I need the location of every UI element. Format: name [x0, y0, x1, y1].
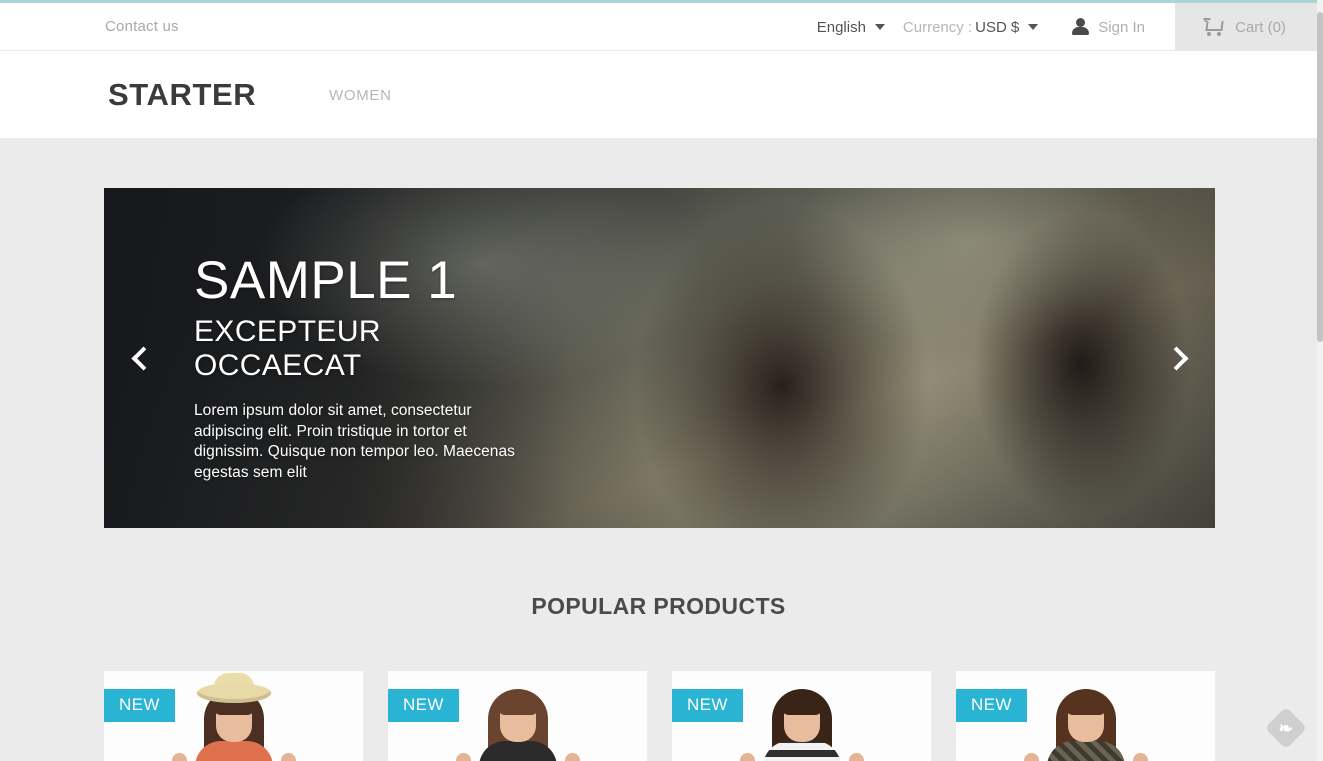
- product-card[interactable]: NEW: [956, 671, 1215, 761]
- currency-selector[interactable]: Currency : USD $: [902, 3, 1039, 51]
- scrollbar-thumb[interactable]: [1317, 12, 1323, 342]
- hero-slide-subtitle: EXCEPTEUR OCCAECAT: [194, 314, 381, 383]
- main-navigation: WOMEN: [329, 87, 392, 104]
- top-accent-rule: [0, 0, 1317, 3]
- brand-nav-bar: STARTER WOMEN: [0, 51, 1317, 139]
- page-content: SAMPLE 1 EXCEPTEUR OCCAECAT Lorem ipsum …: [0, 138, 1317, 761]
- hero-slide-caption: SAMPLE 1 EXCEPTEUR OCCAECAT Lorem ipsum …: [194, 251, 524, 483]
- contact-us-link[interactable]: Contact us: [105, 18, 179, 35]
- chevron-down-icon: [1028, 24, 1039, 30]
- hero-slide-title: SAMPLE 1: [194, 251, 458, 310]
- feedly-glyph: ❧: [1278, 718, 1294, 738]
- product-card[interactable]: NEW: [104, 671, 363, 761]
- popular-products-grid: NEW NEW NEW NEW: [104, 671, 1215, 761]
- site-logo[interactable]: STARTER: [108, 77, 256, 113]
- language-selector[interactable]: English: [817, 3, 891, 51]
- cart-label: Cart (0): [1235, 18, 1286, 36]
- product-card[interactable]: NEW: [388, 671, 647, 761]
- language-label: English: [816, 18, 866, 36]
- sign-in-link[interactable]: Sign In: [1072, 3, 1159, 51]
- hero-carousel: SAMPLE 1 EXCEPTEUR OCCAECAT Lorem ipsum …: [104, 188, 1215, 528]
- currency-value: USD $: [975, 18, 1020, 36]
- status-badge: NEW: [104, 689, 175, 722]
- status-badge: NEW: [388, 689, 459, 722]
- cart-button[interactable]: Cart (0): [1175, 3, 1317, 51]
- utility-topbar: Contact us English Currency : USD $ Sign…: [0, 3, 1317, 51]
- user-icon: [1072, 18, 1090, 36]
- chevron-left-icon[interactable]: [118, 336, 162, 380]
- nav-item-women[interactable]: WOMEN: [329, 87, 392, 104]
- status-badge: NEW: [956, 689, 1027, 722]
- status-badge: NEW: [672, 689, 743, 722]
- currency-label: Currency :: [902, 18, 973, 36]
- vertical-scrollbar[interactable]: [1317, 0, 1323, 761]
- topbar-right-group: English Currency : USD $ Sign In Cart (0…: [817, 3, 1317, 51]
- sign-in-label: Sign In: [1098, 18, 1145, 36]
- shopping-cart-icon: [1203, 18, 1225, 36]
- page-root: Contact us English Currency : USD $ Sign…: [0, 0, 1323, 761]
- popular-products-title: POPULAR PRODUCTS: [531, 593, 786, 619]
- hero-slide-description: Lorem ipsum dolor sit amet, consectetur …: [194, 402, 515, 481]
- chevron-down-icon: [874, 24, 885, 30]
- product-card[interactable]: NEW: [672, 671, 931, 761]
- chevron-right-icon[interactable]: [1157, 336, 1201, 380]
- site-header: Contact us English Currency : USD $ Sign…: [0, 3, 1317, 139]
